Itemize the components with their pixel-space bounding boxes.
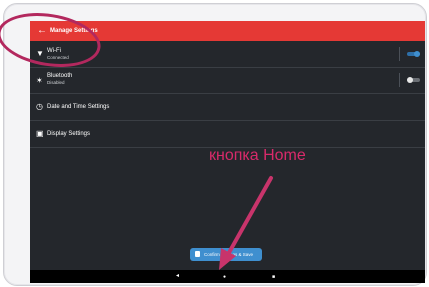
setting-row-datetime[interactable]: ◷ Date and Time Settings	[30, 94, 425, 121]
setting-row-display[interactable]: ▣ Display Settings	[30, 121, 425, 148]
display-icon: ▣	[36, 129, 44, 138]
divider	[399, 73, 400, 87]
annotation-label: кнопка Home	[209, 147, 306, 164]
save-button-label: Confirm Settings & Save	[204, 252, 254, 257]
display-label: Display Settings	[47, 131, 91, 137]
clock-icon: ◷	[36, 102, 43, 111]
divider	[399, 47, 400, 61]
save-icon	[195, 251, 200, 257]
bluetooth-icon: ✶	[36, 76, 43, 85]
system-nav-bar: ◂ ● ■	[30, 270, 425, 283]
wifi-toggle-knob	[414, 51, 420, 57]
bluetooth-toggle[interactable]	[407, 77, 420, 83]
datetime-label: Date and Time Settings	[47, 104, 110, 110]
bluetooth-label: Bluetooth	[47, 73, 73, 79]
setting-row-bluetooth[interactable]: ✶ Bluetooth Disabled	[30, 68, 425, 94]
wifi-toggle[interactable]	[407, 51, 420, 57]
back-nav-button[interactable]: ◂	[176, 273, 179, 280]
bluetooth-status: Disabled	[47, 80, 65, 85]
recents-nav-button[interactable]: ■	[272, 274, 275, 281]
save-button[interactable]: Confirm Settings & Save	[190, 248, 262, 261]
home-nav-button[interactable]: ●	[223, 274, 226, 281]
bluetooth-toggle-knob	[407, 77, 413, 83]
